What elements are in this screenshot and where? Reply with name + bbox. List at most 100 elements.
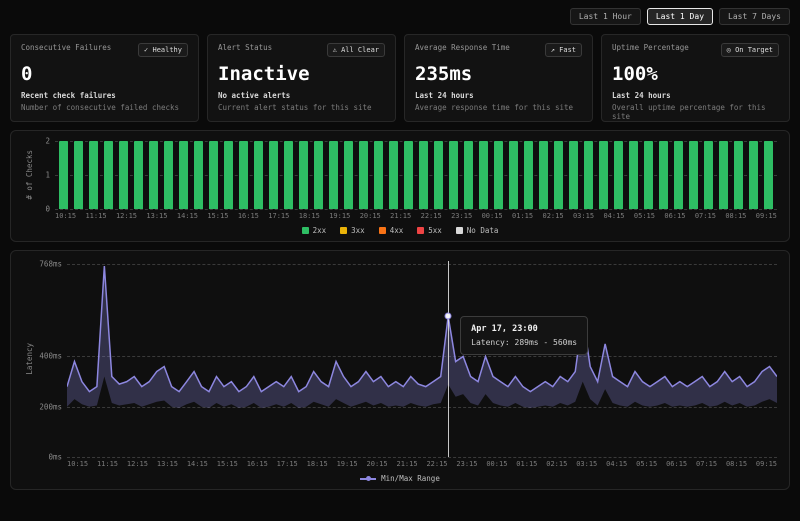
x-axis-tick-label: 13:15 bbox=[157, 460, 178, 468]
checks-ytick-label: 0 bbox=[45, 205, 50, 214]
status-check-bar bbox=[629, 141, 638, 209]
x-axis-tick-label: 23:15 bbox=[456, 460, 477, 468]
x-axis-tick-label: 09:15 bbox=[756, 460, 777, 468]
status-check-bar bbox=[239, 141, 248, 209]
status-check-bar bbox=[149, 141, 158, 209]
card-value: 235ms bbox=[415, 63, 582, 85]
checks-yticks: 210 bbox=[35, 141, 55, 209]
status-badge-healthy: ✓ Healthy bbox=[138, 43, 188, 57]
checks-bars bbox=[59, 141, 773, 209]
card-header: Alert Status ⚠ All Clear bbox=[218, 43, 385, 57]
status-check-bar bbox=[539, 141, 548, 209]
status-badge-all-clear: ⚠ All Clear bbox=[327, 43, 385, 57]
status-check-bar bbox=[374, 141, 383, 209]
legend-item-5xx[interactable]: 5xx bbox=[417, 226, 442, 235]
x-axis-tick-label: 19:15 bbox=[337, 460, 358, 468]
card-subtitle: Recent check failures bbox=[21, 91, 188, 100]
x-axis-tick-label: 22:15 bbox=[421, 212, 442, 220]
status-check-bar bbox=[344, 141, 353, 209]
card-alert-status: Alert Status ⚠ All Clear Inactive No act… bbox=[207, 34, 396, 122]
status-check-bar bbox=[284, 141, 293, 209]
status-check-bar bbox=[299, 141, 308, 209]
status-check-bar bbox=[269, 141, 278, 209]
check-icon: ✓ bbox=[144, 46, 148, 54]
x-axis-tick-label: 04:15 bbox=[606, 460, 627, 468]
card-header: Average Response Time ↗ Fast bbox=[415, 43, 582, 57]
legend-label: 3xx bbox=[351, 226, 365, 235]
badge-label: Fast bbox=[559, 46, 576, 54]
x-axis-tick-label: 02:15 bbox=[546, 460, 567, 468]
status-check-bar bbox=[404, 141, 413, 209]
card-title: Consecutive Failures bbox=[21, 43, 111, 52]
checks-chart-panel: # of Checks 210 10:1511:1512:1513:1514:1… bbox=[10, 130, 790, 242]
checks-ytick-label: 1 bbox=[45, 171, 50, 180]
stats-row: Consecutive Failures ✓ Healthy 0 Recent … bbox=[10, 34, 790, 122]
target-icon: ◎ bbox=[727, 46, 731, 54]
legend-item-minmax-range[interactable]: Min/Max Range bbox=[360, 474, 440, 483]
x-axis-tick-label: 05:15 bbox=[636, 460, 657, 468]
checks-plot[interactable] bbox=[55, 141, 777, 209]
x-axis-tick-label: 22:15 bbox=[426, 460, 447, 468]
x-axis-tick-label: 06:15 bbox=[664, 212, 685, 220]
status-check-bar bbox=[179, 141, 188, 209]
crosshair-line bbox=[448, 261, 449, 457]
card-subtitle: No active alerts bbox=[218, 91, 385, 100]
status-check-bar bbox=[449, 141, 458, 209]
latency-legend: Min/Max Range bbox=[23, 474, 777, 483]
x-axis-tick-label: 23:15 bbox=[451, 212, 472, 220]
status-check-bar bbox=[674, 141, 683, 209]
x-axis-tick-label: 15:15 bbox=[207, 212, 228, 220]
x-axis-tick-label: 00:15 bbox=[486, 460, 507, 468]
card-title: Average Response Time bbox=[415, 43, 510, 52]
x-axis-tick-label: 11:15 bbox=[85, 212, 106, 220]
card-description: Number of consecutive failed checks bbox=[21, 103, 188, 112]
legend-label: 5xx bbox=[428, 226, 442, 235]
latency-plot[interactable]: Apr 17, 23:00 Latency: 289ms - 560ms bbox=[67, 261, 777, 457]
latency-minmax-band bbox=[67, 266, 777, 408]
latency-yticks: 768ms400ms200ms0ms bbox=[35, 261, 67, 457]
status-check-bar bbox=[689, 141, 698, 209]
x-axis-tick-label: 17:15 bbox=[277, 460, 298, 468]
x-axis-tick-label: 20:15 bbox=[367, 460, 388, 468]
latency-x-labels: 10:1511:1512:1513:1514:1515:1516:1517:15… bbox=[67, 460, 777, 468]
legend-item-4xx[interactable]: 4xx bbox=[379, 226, 404, 235]
x-axis-tick-label: 07:15 bbox=[695, 212, 716, 220]
time-range-button-7d[interactable]: Last 7 Days bbox=[719, 8, 790, 25]
card-description: Average response time for this site bbox=[415, 103, 582, 112]
status-badge-on-target: ◎ On Target bbox=[721, 43, 779, 57]
latency-gridline bbox=[67, 457, 777, 458]
status-check-bar bbox=[134, 141, 143, 209]
legend-item-2xx[interactable]: 2xx bbox=[302, 226, 327, 235]
status-check-bar bbox=[389, 141, 398, 209]
legend-swatch bbox=[379, 227, 386, 234]
card-consecutive-failures: Consecutive Failures ✓ Healthy 0 Recent … bbox=[10, 34, 199, 122]
status-check-bar bbox=[734, 141, 743, 209]
status-check-bar bbox=[419, 141, 428, 209]
time-range-button-1h[interactable]: Last 1 Hour bbox=[570, 8, 641, 25]
status-check-bar bbox=[479, 141, 488, 209]
latency-y-axis-title: Latency bbox=[23, 261, 35, 457]
time-range-button-1d[interactable]: Last 1 Day bbox=[647, 8, 713, 25]
status-check-bar bbox=[569, 141, 578, 209]
card-value: Inactive bbox=[218, 63, 385, 85]
legend-item-no-data[interactable]: No Data bbox=[456, 226, 499, 235]
trend-up-icon: ↗ bbox=[551, 46, 555, 54]
x-axis-tick-label: 14:15 bbox=[187, 460, 208, 468]
card-value: 0 bbox=[21, 63, 188, 85]
card-uptime-percentage: Uptime Percentage ◎ On Target 100% Last … bbox=[601, 34, 790, 122]
legend-swatch bbox=[302, 227, 309, 234]
latency-ytick-label: 768ms bbox=[39, 260, 62, 269]
y-axis-title-text: Latency bbox=[25, 343, 34, 375]
time-range-selector: Last 1 Hour Last 1 Day Last 7 Days bbox=[10, 8, 790, 25]
x-axis-tick-label: 16:15 bbox=[238, 212, 259, 220]
status-check-bar bbox=[164, 141, 173, 209]
status-check-bar bbox=[659, 141, 668, 209]
x-axis-tick-label: 12:15 bbox=[116, 212, 137, 220]
status-check-bar bbox=[599, 141, 608, 209]
status-check-bar bbox=[209, 141, 218, 209]
legend-item-3xx[interactable]: 3xx bbox=[340, 226, 365, 235]
status-check-bar bbox=[464, 141, 473, 209]
status-check-bar bbox=[74, 141, 83, 209]
x-axis-tick-label: 08:15 bbox=[726, 460, 747, 468]
status-check-bar bbox=[719, 141, 728, 209]
